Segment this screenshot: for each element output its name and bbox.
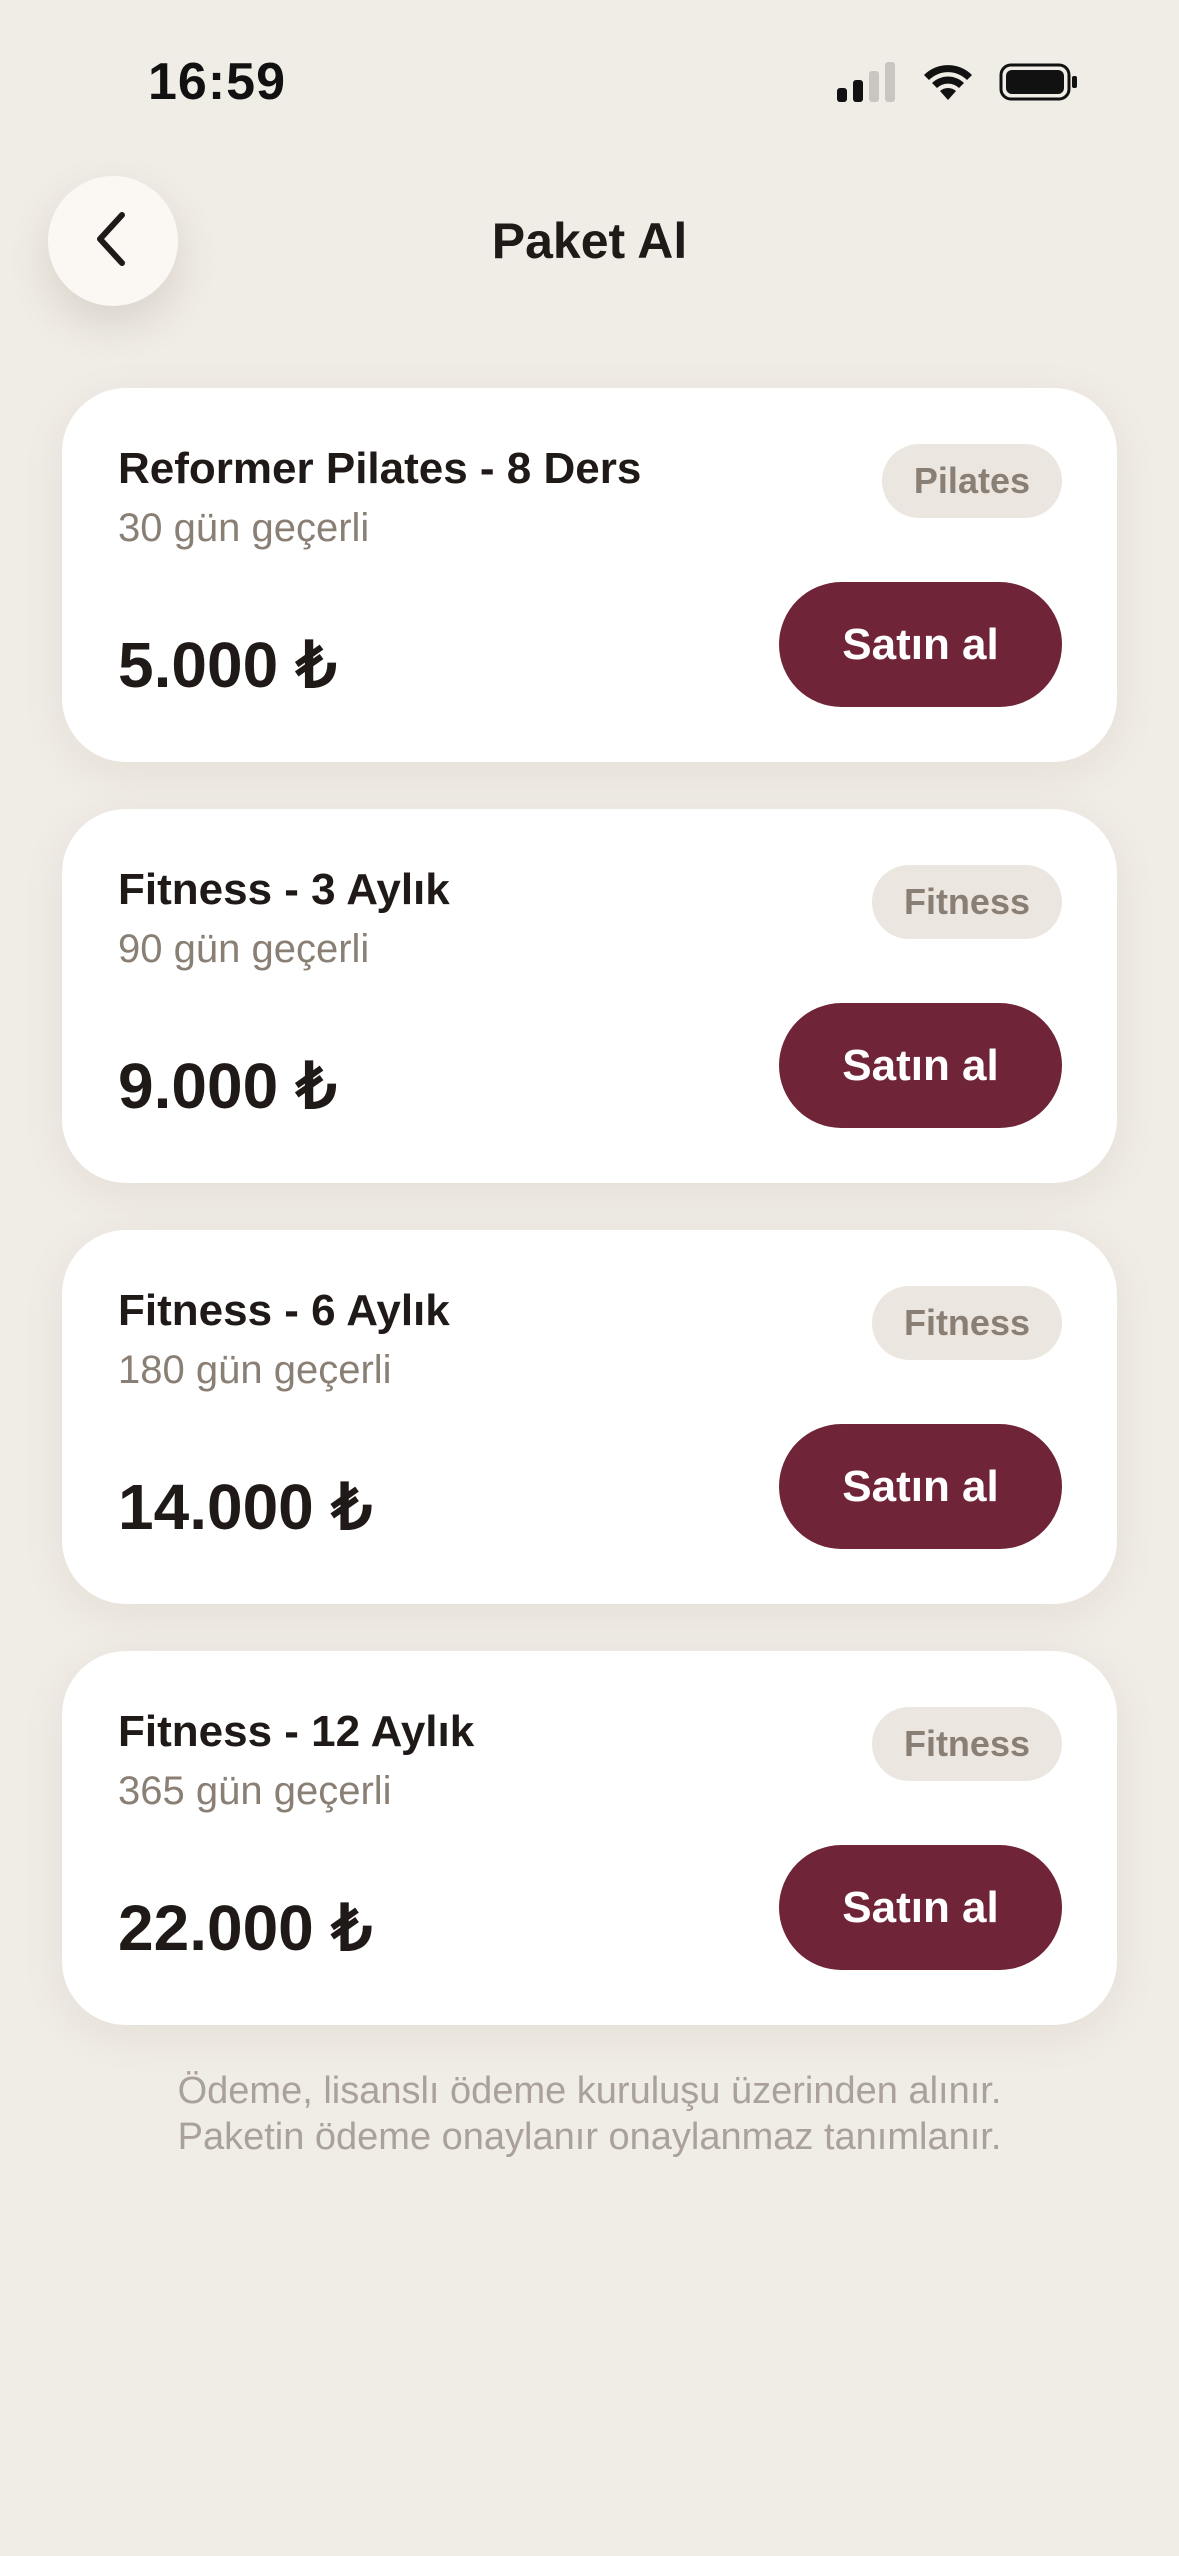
- cellular-signal-icon: [837, 62, 897, 107]
- package-price: 5.000 ₺: [118, 629, 337, 701]
- category-badge: Fitness: [871, 1286, 1062, 1360]
- package-validity: 90 gün geçerli: [118, 927, 370, 971]
- package-card: Fitness - 12 Aylık 365 gün geçerli 22.00…: [62, 1651, 1117, 2025]
- package-validity: 30 gün geçerli: [118, 506, 370, 550]
- battery-icon: [999, 62, 1079, 107]
- status-icons: [837, 62, 1079, 107]
- package-list: Reformer Pilates - 8 Ders 30 gün geçerli…: [62, 388, 1117, 2072]
- package-price: 14.000 ₺: [118, 1471, 373, 1543]
- footnote-line: Paketin ödeme onaylanır onaylanmaz tanım…: [177, 2116, 1002, 2158]
- status-bar: 16:59: [0, 0, 1179, 160]
- package-name: Fitness - 6 Aylık: [118, 1286, 450, 1335]
- package-price: 22.000 ₺: [118, 1892, 373, 1964]
- wifi-icon: [921, 62, 975, 107]
- package-card: Reformer Pilates - 8 Ders 30 gün geçerli…: [62, 388, 1117, 762]
- package-card: Fitness - 6 Aylık 180 gün geçerli 14.000…: [62, 1230, 1117, 1604]
- package-validity: 365 gün geçerli: [118, 1769, 392, 1813]
- category-badge: Fitness: [871, 865, 1062, 939]
- package-name: Fitness - 12 Aylık: [118, 1707, 475, 1756]
- package-name: Reformer Pilates - 8 Ders: [118, 444, 642, 493]
- package-name: Fitness - 3 Aylık: [118, 865, 450, 914]
- buy-button[interactable]: Satın al: [779, 1845, 1062, 1970]
- package-card: Fitness - 3 Aylık 90 gün geçerli 9.000 ₺…: [62, 809, 1117, 1183]
- page-title: Paket Al: [491, 213, 688, 269]
- buy-button[interactable]: Satın al: [779, 1424, 1062, 1549]
- footnote-line: Ödeme, lisanslı ödeme kuruluşu üzerinden…: [177, 2070, 1002, 2112]
- payment-footnote: Ödeme, lisanslı ödeme kuruluşu üzerinden…: [0, 2068, 1179, 2160]
- category-badge: Pilates: [881, 444, 1062, 518]
- package-validity: 180 gün geçerli: [118, 1348, 392, 1392]
- buy-button[interactable]: Satın al: [779, 1003, 1062, 1128]
- status-time: 16:59: [148, 53, 286, 111]
- category-badge: Fitness: [871, 1707, 1062, 1781]
- buy-button[interactable]: Satın al: [779, 582, 1062, 707]
- package-price: 9.000 ₺: [118, 1050, 337, 1122]
